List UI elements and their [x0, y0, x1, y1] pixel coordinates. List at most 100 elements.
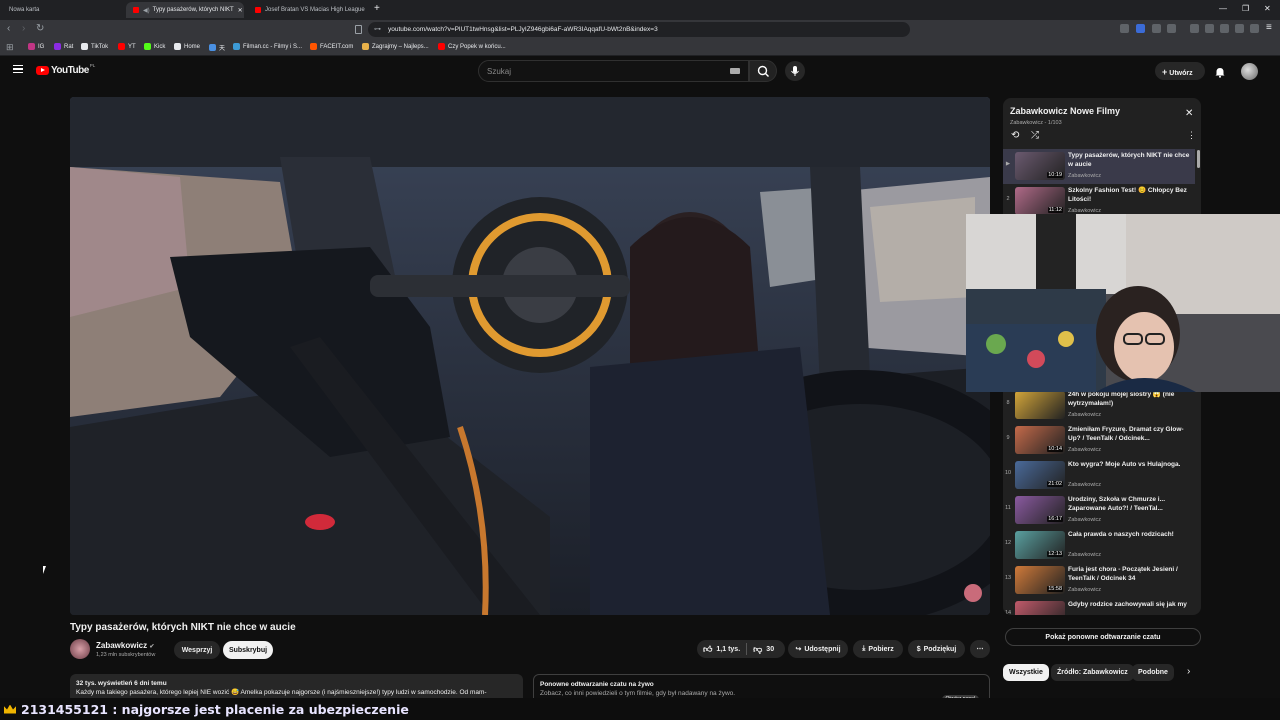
like-count[interactable]: 1,1 tys. — [716, 646, 740, 653]
playlist-item-channel: Zabawkowicz — [1068, 173, 1102, 179]
tab-label: Typy pasażerów, których NIKT — [152, 7, 234, 13]
playlist-subtitle: Zabawkowicz - 1/103 — [1010, 120, 1062, 126]
create-button[interactable]: + Utwórz — [1155, 62, 1205, 80]
wallet-icon[interactable] — [1220, 24, 1229, 33]
extension-icon[interactable] — [1250, 24, 1259, 33]
playlist-item-title: Urodziny, Szkoła w Chmurze i... Zaparowa… — [1068, 496, 1166, 512]
youtube-logo[interactable]: YouTube PL — [36, 63, 95, 76]
more-actions-icon[interactable]: ⋯ — [970, 640, 990, 658]
playlist-thumbnail[interactable]: 16:17 — [1015, 496, 1065, 524]
back-icon[interactable]: ‹ — [7, 23, 10, 34]
extension-icon[interactable] — [1167, 24, 1176, 33]
reload-icon[interactable]: ↻ — [36, 23, 44, 34]
bookmark-label: FACEIT.com — [320, 43, 354, 50]
playlist-thumbnail[interactable]: 12:13 — [1015, 531, 1065, 559]
notifications-bell-icon[interactable] — [1215, 65, 1225, 78]
restore-icon[interactable]: ❐ — [1242, 4, 1249, 13]
share-button[interactable]: ↪ Udostępnij — [788, 640, 848, 658]
show-chat-replay-button[interactable]: Pokaż ponowne odtwarzanie czatu — [1005, 628, 1201, 646]
bookmark-item[interactable]: YT — [118, 43, 136, 50]
avatar[interactable] — [1241, 63, 1258, 80]
dislike-icon[interactable]: 👎︎ — [753, 644, 762, 655]
bookmark-label: Czy Popek w końcu... — [448, 43, 506, 50]
chip-related[interactable]: Podobne — [1132, 664, 1174, 681]
playlist-item[interactable]: 13 15:58 Furia jest chora - Początek Jesie… — [1003, 565, 1195, 598]
playlist-thumbnail[interactable]: 21:02 — [1015, 461, 1065, 489]
playlist-thumbnail[interactable] — [1015, 601, 1065, 615]
search-input[interactable]: Szukaj — [478, 60, 749, 82]
extension-icon[interactable] — [1235, 24, 1244, 33]
more-options-icon[interactable]: ⋮ — [1187, 130, 1196, 141]
like-dislike-group: 👍︎ 1,1 tys. 👎︎ 30 — [697, 640, 785, 658]
loop-icon[interactable]: ⟲ — [1011, 130, 1019, 141]
bookmark-item[interactable]: Czy Popek w końcu... — [438, 43, 506, 50]
playlist-item-index: 10 — [1004, 470, 1012, 476]
playlist-item[interactable]: 12 12:13 Cała prawda o naszych rodzicach! Z… — [1003, 530, 1195, 563]
support-button[interactable]: Wesprzyj — [174, 641, 220, 659]
close-icon[interactable]: ✕ — [1185, 108, 1193, 119]
bookmark-item[interactable]: Kick — [144, 43, 165, 50]
playlist-item[interactable]: 9 10:14 Zmieniłam Fryzurę. Dramat czy Glow… — [1003, 425, 1195, 458]
chevron-right-icon[interactable]: › — [1187, 666, 1190, 677]
bookmark-item[interactable]: TikTok — [81, 43, 108, 50]
bookmark-item[interactable]: Zagrajmy – Najleps... — [362, 43, 429, 50]
download-button[interactable]: ⤓ Pobierz — [853, 640, 903, 658]
chip-all[interactable]: Wszystkie — [1003, 664, 1049, 681]
verified-icon: ✔ — [149, 644, 155, 650]
menu-icon[interactable]: ≡ — [1266, 22, 1272, 33]
sidebar-icon[interactable] — [1205, 24, 1214, 33]
bookmark-item[interactable]: 天 — [209, 43, 225, 52]
playlist-item[interactable]: 10 21:02 Kto wygra? Moje Auto vs Hulajnoga… — [1003, 460, 1195, 493]
extension-icon[interactable] — [1152, 24, 1161, 33]
playlist-scrollbar[interactable] — [1197, 150, 1200, 168]
bookmark-label: Zagrajmy – Najleps... — [372, 43, 429, 50]
bookmark-item[interactable]: IG — [28, 43, 44, 50]
vpn-icon[interactable] — [1120, 24, 1129, 33]
new-tab-button[interactable]: + — [374, 3, 380, 14]
hamburger-menu-icon[interactable] — [13, 65, 23, 73]
channel-avatar[interactable] — [70, 639, 90, 659]
bookmark-item[interactable]: Home — [174, 43, 200, 50]
forward-icon[interactable]: › — [22, 23, 25, 34]
search-button[interactable] — [749, 60, 777, 82]
extension-icon[interactable] — [1136, 24, 1145, 33]
thanks-button[interactable]: $ Podziękuj — [908, 640, 965, 658]
tab-video-active[interactable]: ◀) Typy pasażerów, których NIKT ✕ — [126, 2, 244, 18]
chip-source[interactable]: Źródło: Zabawkowicz — [1051, 664, 1134, 681]
playlist-thumbnail[interactable]: 15:58 — [1015, 566, 1065, 594]
video-player[interactable] — [70, 97, 990, 615]
subscribe-button[interactable]: Subskrybuj — [223, 641, 273, 659]
shuffle-icon[interactable]: ⤮ — [1031, 130, 1039, 141]
keyboard-icon[interactable] — [730, 68, 740, 74]
tab-close-icon[interactable]: ✕ — [238, 7, 243, 14]
minimize-icon[interactable]: — — [1219, 4, 1227, 13]
tab-new[interactable]: Nowa karta — [2, 2, 122, 18]
playlist-item[interactable]: ▶ 10:19 Typy pasażerów, których NIKT nie c… — [1003, 151, 1195, 184]
url-field[interactable]: ⊶ youtube.com/watch?v=PlUT1twHnsg&list=P… — [368, 22, 910, 37]
playlist-thumbnail[interactable]: 10:19 — [1015, 152, 1065, 180]
bookmark-icon[interactable] — [355, 25, 362, 34]
media-icon[interactable] — [1190, 24, 1199, 33]
playlist-item-index: 13 — [1004, 575, 1012, 581]
playlist-thumbnail[interactable]: 10:14 — [1015, 426, 1065, 454]
window-close-icon[interactable]: ✕ — [1264, 4, 1271, 13]
apps-grid-icon[interactable]: ⊞ — [6, 42, 14, 53]
playlist-item[interactable]: 11 16:17 Urodziny, Szkoła w Chmurze i... Z… — [1003, 495, 1195, 528]
bookmark-label: TikTok — [91, 43, 109, 50]
bookmark-item[interactable]: Rat — [54, 43, 73, 50]
playlist-item[interactable]: 8 24h w pokoju mojej siostry 😱 (nie wytrz… — [1003, 390, 1195, 423]
bookmark-item[interactable]: FACEIT.com — [310, 43, 353, 50]
playlist-item-title: Zmieniłam Fryzurę. Dramat czy Glow-Up? /… — [1068, 426, 1184, 442]
channel-name[interactable]: Zabawkowicz ✔ — [96, 641, 154, 650]
playlist-title[interactable]: Zabawkowicz Nowe Filmy — [1010, 106, 1120, 116]
webcam-overlay — [966, 214, 1280, 392]
playlist-item[interactable]: 14Gdyby rodzice zachowywali się jak myZa… — [1003, 600, 1195, 615]
tab-other[interactable]: Josef Bratan VS Macias High League — [248, 2, 368, 18]
site-info-icon[interactable]: ⊶ — [374, 25, 381, 33]
voice-search-button[interactable] — [785, 61, 805, 81]
playlist-item-index: 2 — [1006, 196, 1010, 202]
like-icon[interactable]: 👍︎ — [703, 644, 712, 655]
playlist-thumbnail[interactable]: 11:12 — [1015, 187, 1065, 215]
playlist-thumbnail[interactable] — [1015, 391, 1065, 419]
bookmark-item[interactable]: Filman.cc - Filmy i S... — [233, 43, 302, 50]
